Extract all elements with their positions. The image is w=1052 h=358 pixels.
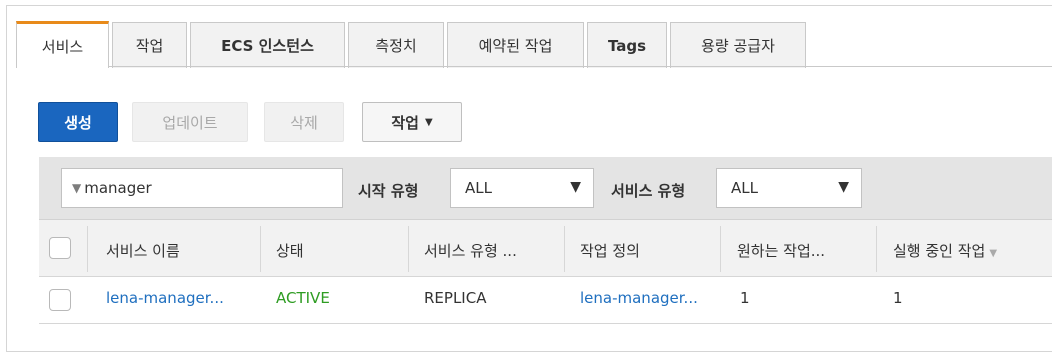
desired-tasks-value: 1	[740, 289, 750, 307]
tab-divider	[16, 66, 1052, 67]
filter-search-value: manager	[84, 179, 152, 197]
launch-type-select[interactable]: ALL ▼	[450, 168, 594, 208]
service-type-label: 서비스 유형	[611, 182, 686, 200]
select-all-checkbox[interactable]	[49, 237, 71, 259]
launch-type-label: 시작 유형	[358, 182, 419, 200]
caret-down-icon: ▼	[424, 116, 433, 128]
tab-label: 용량 공급자	[701, 37, 775, 55]
service-type-select[interactable]: ALL ▼	[716, 168, 862, 208]
actions-label: 작업	[391, 113, 419, 132]
running-tasks-value: 1	[893, 289, 903, 307]
column-divider	[876, 226, 877, 272]
running-tasks-header-label: 실행 중인 작업	[893, 242, 986, 260]
tab-label: 예약된 작업	[478, 37, 553, 55]
column-divider	[87, 226, 88, 272]
tab-label: 서비스	[41, 37, 84, 56]
service-name-link[interactable]: lena-manager...	[106, 289, 224, 307]
create-button[interactable]: 생성	[38, 102, 118, 142]
column-divider	[408, 226, 409, 272]
service-type-value: REPLICA	[424, 289, 487, 307]
tab-label: Tags	[607, 36, 647, 55]
update-button[interactable]: 업데이트	[132, 102, 248, 142]
tab-scheduled-tasks[interactable]: 예약된 작업	[447, 22, 584, 68]
service-type-value: ALL	[731, 179, 758, 197]
tab-services[interactable]: 서비스	[16, 21, 109, 68]
delete-button[interactable]: 삭제	[264, 102, 344, 142]
tab-capacity-providers[interactable]: 용량 공급자	[670, 22, 806, 68]
column-header-service-type[interactable]: 서비스 유형 ...	[424, 240, 517, 261]
row-checkbox[interactable]	[49, 289, 71, 311]
column-divider	[260, 226, 261, 272]
tab-metrics[interactable]: 측정치	[348, 22, 444, 68]
task-definition-link[interactable]: lena-manager...	[580, 289, 698, 307]
column-divider	[564, 226, 565, 272]
tab-label: 측정치	[375, 37, 417, 55]
filter-funnel-icon: ▼	[72, 181, 82, 195]
tab-label: ECS 인스턴스	[221, 37, 314, 55]
sort-icon: ▼	[989, 248, 998, 259]
chevron-down-icon: ▼	[838, 179, 849, 195]
column-header-status[interactable]: 상태	[276, 240, 304, 261]
column-header-running-tasks[interactable]: 실행 중인 작업 ▼	[893, 240, 997, 261]
launch-type-value: ALL	[465, 179, 492, 197]
tab-ecs-instances[interactable]: ECS 인스턴스	[190, 22, 345, 68]
column-header-desired-tasks[interactable]: 원하는 작업...	[737, 240, 825, 261]
status-value: ACTIVE	[276, 289, 330, 307]
column-header-task-definition[interactable]: 작업 정의	[580, 240, 640, 261]
tab-tasks[interactable]: 작업	[112, 22, 187, 68]
column-divider	[720, 226, 721, 272]
column-header-service-name[interactable]: 서비스 이름	[106, 240, 180, 261]
actions-dropdown-button[interactable]: 작업 ▼	[362, 102, 462, 142]
tab-tags[interactable]: Tags	[587, 22, 667, 68]
tab-label: 작업	[135, 37, 164, 55]
filter-search-input[interactable]: ▼ manager	[61, 168, 343, 208]
chevron-down-icon: ▼	[570, 179, 581, 195]
